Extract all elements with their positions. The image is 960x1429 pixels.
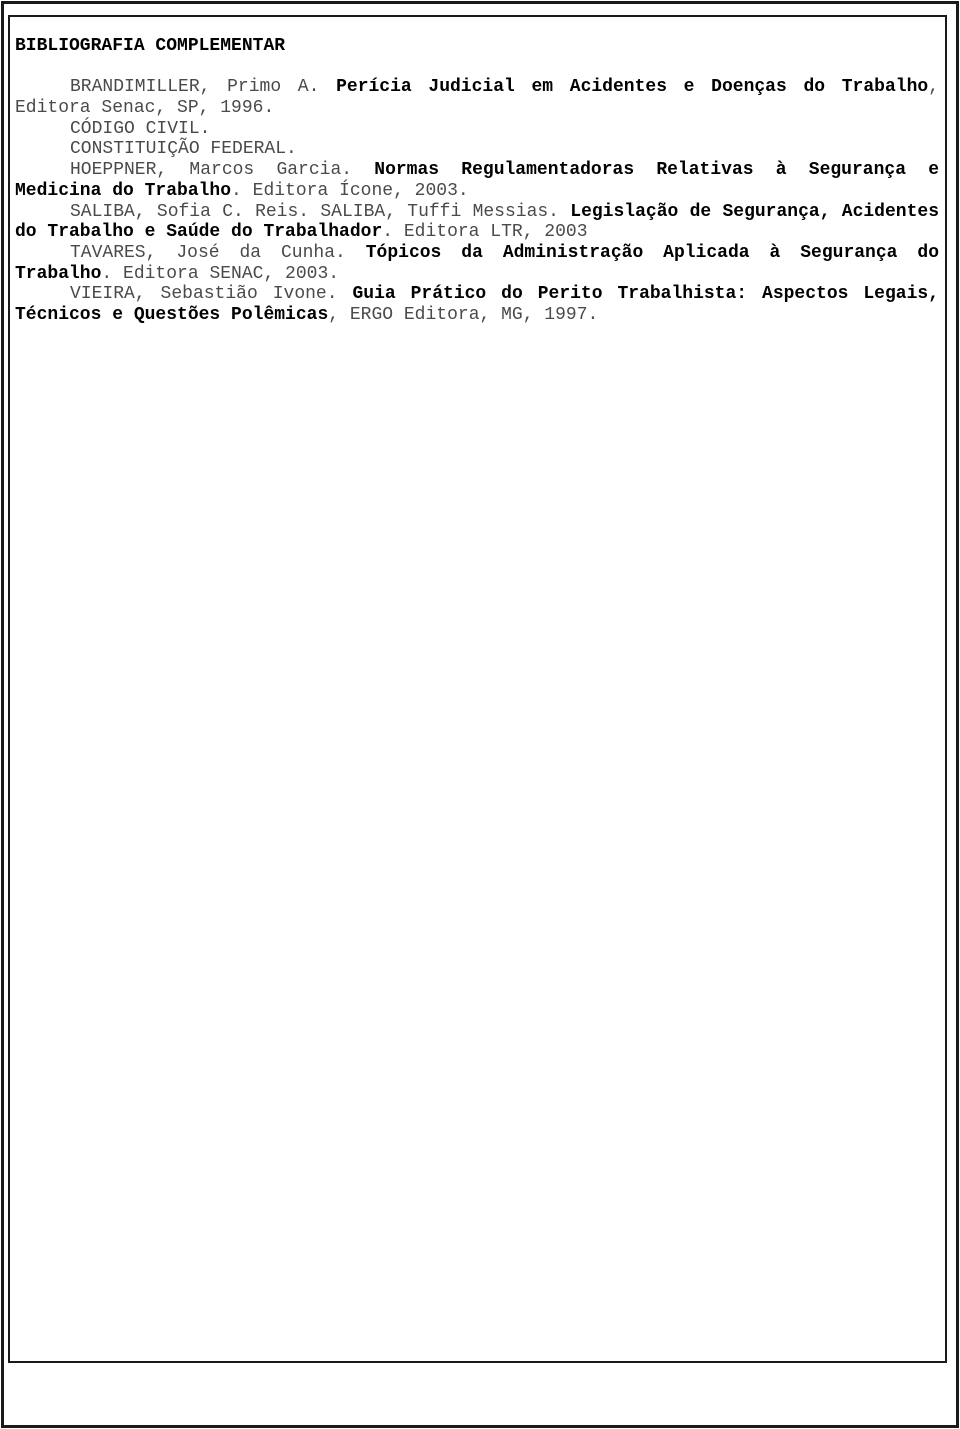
reference-author: TAVARES, José da Cunha. (70, 243, 366, 263)
reference-publication: . Editora SENAC, 2003. (101, 263, 340, 284)
reference-publication: , ERGO Editora, MG, 1997. (328, 305, 599, 326)
reference-title: Perícia Judicial em Acidentes e Doenças … (336, 77, 929, 98)
reference-author: SALIBA, Sofia C. Reis. SALIBA, Tuffi Mes… (70, 201, 571, 222)
reference-entry: BRANDIMILLER, Primo A. Perícia Judicial … (15, 77, 939, 118)
reference-author: VIEIRA, Sebastião Ivone. (70, 284, 353, 305)
reference-entry: VIEIRA, Sebastião Ivone. Guia Prático do… (15, 284, 939, 325)
section-title: BIBLIOGRAFIA COMPLEMENTAR (15, 36, 286, 56)
reference-entry: SALIBA, Sofia C. Reis. SALIBA, Tuffi Mes… (15, 202, 939, 243)
reference-author: BRANDIMILLER, Primo A. (70, 77, 337, 98)
reference-publication: . Editora LTR, 2003 (382, 222, 588, 243)
reference-author: CONSTITUIÇÃO FEDERAL. (70, 139, 297, 160)
reference-entry: CÓDIGO CIVIL. (15, 119, 939, 140)
reference-entry: TAVARES, José da Cunha. Tópicos da Admin… (15, 243, 939, 284)
reference-author: HOEPPNER, Marcos Garcia. (70, 160, 375, 181)
reference-author: CÓDIGO CIVIL. (70, 118, 211, 139)
reference-entry: HOEPPNER, Marcos Garcia. Normas Regulame… (15, 160, 939, 201)
reference-entry: CONSTITUIÇÃO FEDERAL. (15, 139, 939, 160)
bibliography-page: BIBLIOGRAFIA COMPLEMENTAR BRANDIMILLER, … (15, 36, 939, 326)
reference-publication: . Editora Ícone, 2003. (231, 180, 469, 201)
